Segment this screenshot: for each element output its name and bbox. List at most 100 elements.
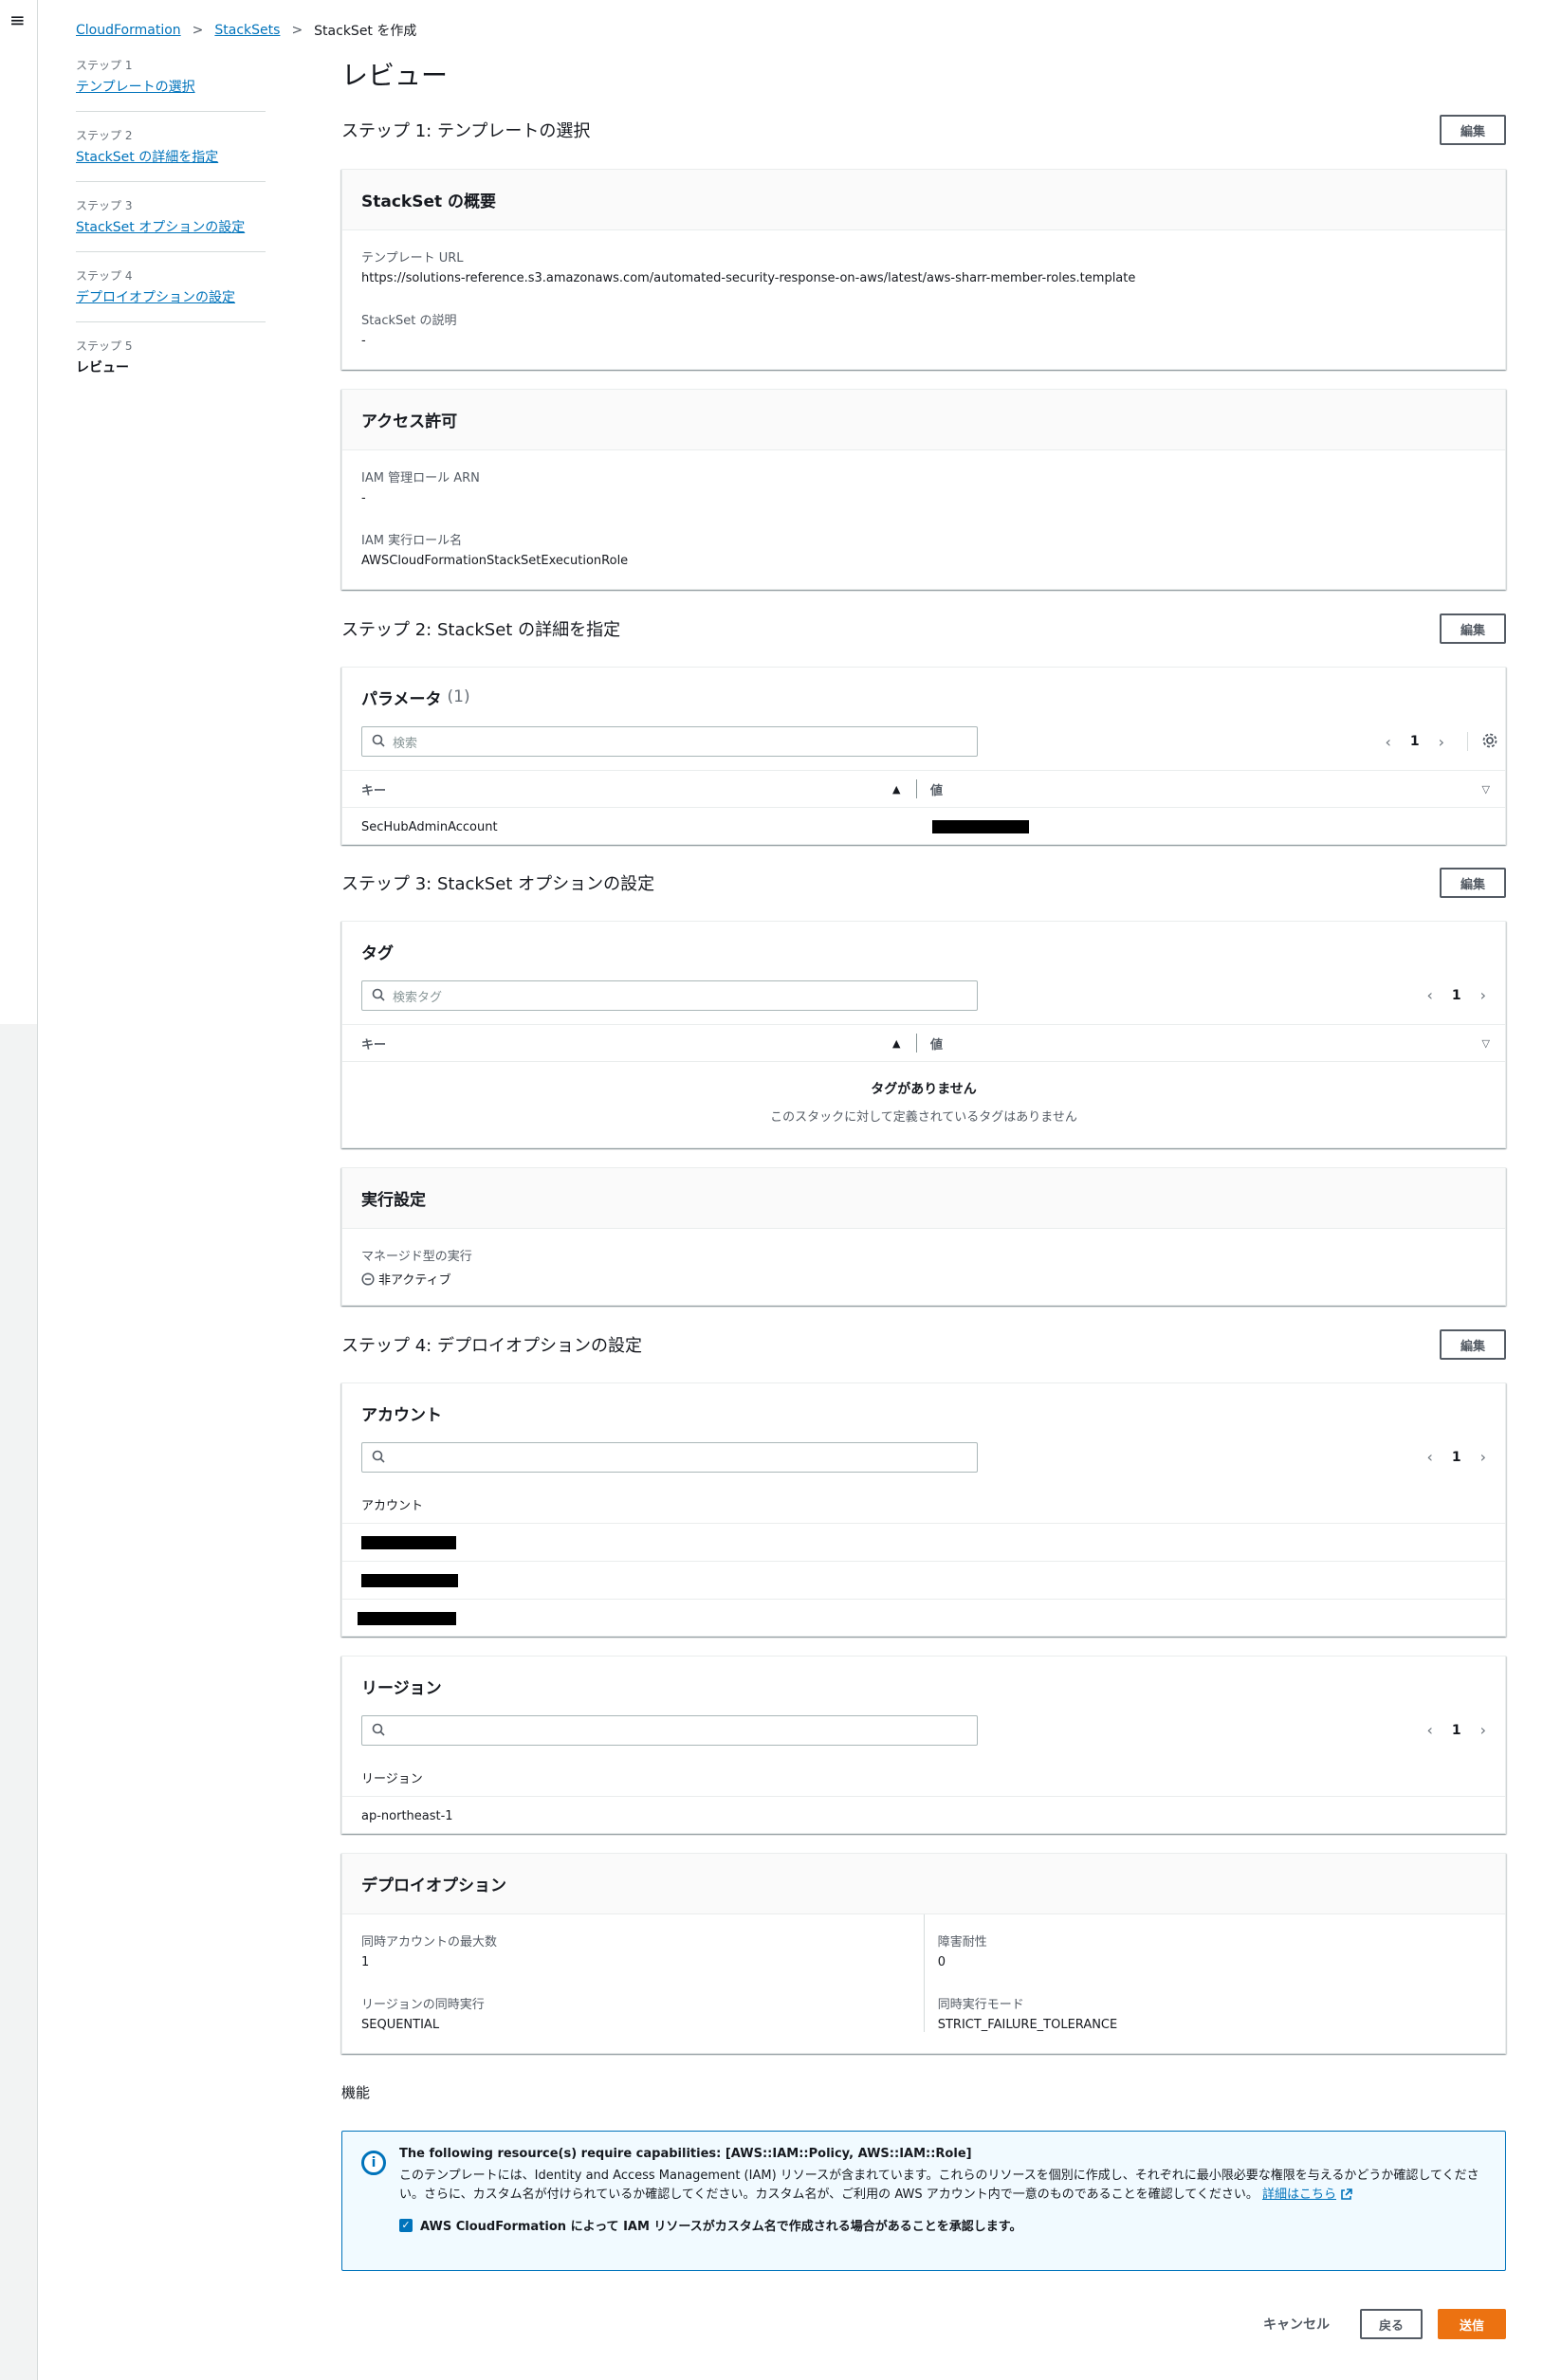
failure-tolerance-value: 0 xyxy=(937,1955,946,1969)
managed-exec-label: マネージド型の実行 xyxy=(361,1250,472,1264)
wizard-steps: ステップ 1 テンプレートの選択 ステップ 2 StackSet の詳細を指定 … xyxy=(76,57,266,408)
execution-settings-card: 実行設定 マネージド型の実行 非アクティブ xyxy=(341,1167,1506,1306)
managed-exec-value: 非アクティブ xyxy=(361,1270,1486,1288)
breadcrumb-stacksets[interactable]: StackSets xyxy=(214,23,280,38)
side-nav-rail: ≡ xyxy=(0,0,38,1024)
cancel-button[interactable]: キャンセル xyxy=(1248,2315,1345,2334)
tags-pagination: ‹ 1 › xyxy=(1426,986,1486,1004)
col-account: アカウント xyxy=(361,1499,424,1513)
edit-step2-button[interactable]: 編集 xyxy=(1440,613,1506,644)
accounts-table-header: アカウント xyxy=(342,1486,1505,1524)
sort-ascending-icon[interactable]: ▲ xyxy=(892,1037,900,1050)
step-link-deploy[interactable]: デプロイオプションの設定 xyxy=(76,290,235,305)
page-number[interactable]: 1 xyxy=(1410,734,1420,749)
page-number[interactable]: 1 xyxy=(1452,1450,1461,1465)
column-divider[interactable] xyxy=(916,779,917,798)
redacted-account xyxy=(358,1612,456,1625)
regions-search-input[interactable] xyxy=(361,1715,978,1746)
parameters-count: (1) xyxy=(447,687,470,706)
tags-empty-title: タグがありません xyxy=(871,1082,977,1097)
wizard-step-1: ステップ 1 テンプレートの選択 xyxy=(76,57,266,112)
table-row: ap-northeast-1 xyxy=(342,1797,1505,1835)
step-link-details[interactable]: StackSet の詳細を指定 xyxy=(76,150,218,165)
parameters-pagination: ‹ 1 › xyxy=(1385,732,1497,751)
chevron-right-icon[interactable]: › xyxy=(1480,1448,1486,1466)
redacted-value xyxy=(932,820,1029,833)
search-placeholder: 検索タグ xyxy=(393,990,443,1005)
deploy-col-right: 障害耐性 0 同時実行モード STRICT_FAILURE_TOLERANCE xyxy=(923,1914,1486,2032)
step3-title: ステップ 3: StackSet オプションの設定 xyxy=(341,874,655,894)
edit-step1-button[interactable]: 編集 xyxy=(1440,115,1506,145)
managed-exec-status: 非アクティブ xyxy=(378,1273,451,1288)
exec-role-value: AWSCloudFormationStackSetExecutionRole xyxy=(361,554,629,568)
breadcrumb-cloudformation[interactable]: CloudFormation xyxy=(76,23,181,38)
col-key[interactable]: キー xyxy=(361,1034,386,1053)
card-heading: デプロイオプション xyxy=(342,1854,1505,1914)
regions-table-header: リージョン xyxy=(342,1759,1505,1797)
back-button[interactable]: 戻る xyxy=(1359,2309,1423,2339)
regions-card: リージョン ‹ 1 › リージョン ap-northeast-1 xyxy=(341,1656,1506,1834)
breadcrumb: CloudFormation > StackSets > StackSet を作… xyxy=(76,21,416,40)
step-number: ステップ 2 xyxy=(76,129,133,142)
chevron-left-icon[interactable]: ‹ xyxy=(1385,733,1390,751)
tags-search-input[interactable]: 検索タグ xyxy=(361,980,978,1011)
col-value[interactable]: 値 xyxy=(930,780,943,798)
edit-step4-button[interactable]: 編集 xyxy=(1440,1329,1506,1360)
step-link-template[interactable]: テンプレートの選択 xyxy=(76,80,195,95)
wizard-step-3: ステップ 3 StackSet オプションの設定 xyxy=(76,197,266,252)
learn-more-link[interactable]: 詳細はこちら xyxy=(1262,2188,1336,2202)
chevron-right-icon[interactable]: › xyxy=(1480,1721,1486,1739)
page-number[interactable]: 1 xyxy=(1452,1723,1461,1738)
page-number[interactable]: 1 xyxy=(1452,988,1461,1003)
chevron-left-icon[interactable]: ‹ xyxy=(1426,1448,1432,1466)
table-row xyxy=(342,1524,1505,1562)
permissions-card: アクセス許可 IAM 管理ロール ARN - IAM 実行ロール名 AWSClo… xyxy=(341,389,1506,590)
parameters-card: パラメータ (1) 検索 ‹ 1 › キー ▲ 値 ▽ SecHubAdminA… xyxy=(341,667,1506,845)
parameters-search-input[interactable]: 検索 xyxy=(361,726,978,757)
search-icon xyxy=(372,1449,385,1467)
gear-icon[interactable] xyxy=(1467,732,1497,751)
accounts-card: アカウント ‹ 1 › アカウント xyxy=(341,1382,1506,1637)
region-value: ap-northeast-1 xyxy=(361,1808,453,1823)
wizard-footer: キャンセル 戻る 送信 xyxy=(1248,2309,1506,2339)
accounts-search-input[interactable] xyxy=(361,1442,978,1473)
search-icon xyxy=(372,987,385,1005)
edit-step3-button[interactable]: 編集 xyxy=(1440,868,1506,898)
sort-descending-icon[interactable]: ▽ xyxy=(1482,1037,1490,1050)
card-heading: リージョン xyxy=(342,1657,1505,1715)
col-value[interactable]: 値 xyxy=(930,1034,943,1053)
column-divider[interactable] xyxy=(916,1034,917,1053)
region-concurrency-label: リージョンの同時実行 xyxy=(361,1998,485,2012)
parameters-table-header: キー ▲ 値 ▽ xyxy=(342,770,1505,808)
wizard-step-2: ステップ 2 StackSet の詳細を指定 xyxy=(76,127,266,182)
menu-icon[interactable]: ≡ xyxy=(9,10,26,29)
chevron-right-icon: > xyxy=(192,23,204,38)
max-concurrent-label: 同時アカウントの最大数 xyxy=(361,1935,498,1950)
chevron-right-icon[interactable]: › xyxy=(1480,986,1486,1004)
sort-descending-icon[interactable]: ▽ xyxy=(1482,783,1490,796)
exec-role-label: IAM 実行ロール名 xyxy=(361,534,463,548)
sort-ascending-icon[interactable]: ▲ xyxy=(892,783,900,796)
card-heading: パラメータ (1) xyxy=(342,668,1505,726)
submit-button[interactable]: 送信 xyxy=(1437,2309,1506,2339)
ack-checkbox-row[interactable]: ✓ AWS CloudFormation によって IAM リソースがカスタム名… xyxy=(399,2216,1486,2234)
col-key[interactable]: キー xyxy=(361,780,386,798)
chevron-left-icon[interactable]: ‹ xyxy=(1426,986,1432,1004)
redacted-account xyxy=(361,1573,458,1587)
tags-empty-desc: このスタックに対して定義されているタグはありません xyxy=(770,1110,1077,1125)
table-row xyxy=(342,1600,1505,1638)
concurrency-mode-value: STRICT_FAILURE_TOLERANCE xyxy=(937,2018,1118,2032)
search-placeholder: 検索 xyxy=(393,736,418,751)
max-concurrent-value: 1 xyxy=(361,1955,370,1969)
chevron-left-icon[interactable]: ‹ xyxy=(1426,1721,1432,1739)
checkbox-checked-icon[interactable]: ✓ xyxy=(399,2218,413,2232)
deploy-options-card: デプロイオプション 同時アカウントの最大数 1 リージョンの同時実行 SEQUE… xyxy=(341,1853,1506,2054)
step-number: ステップ 3 xyxy=(76,199,133,212)
redacted-account xyxy=(361,1535,456,1549)
accounts-pagination: ‹ 1 › xyxy=(1426,1448,1486,1466)
ack-label[interactable]: AWS CloudFormation によって IAM リソースがカスタム名で作… xyxy=(420,2216,1022,2234)
nav-rail-background xyxy=(0,1024,38,2380)
step-number: ステップ 4 xyxy=(76,269,133,283)
chevron-right-icon[interactable]: › xyxy=(1439,733,1444,751)
step-link-options[interactable]: StackSet オプションの設定 xyxy=(76,220,245,235)
